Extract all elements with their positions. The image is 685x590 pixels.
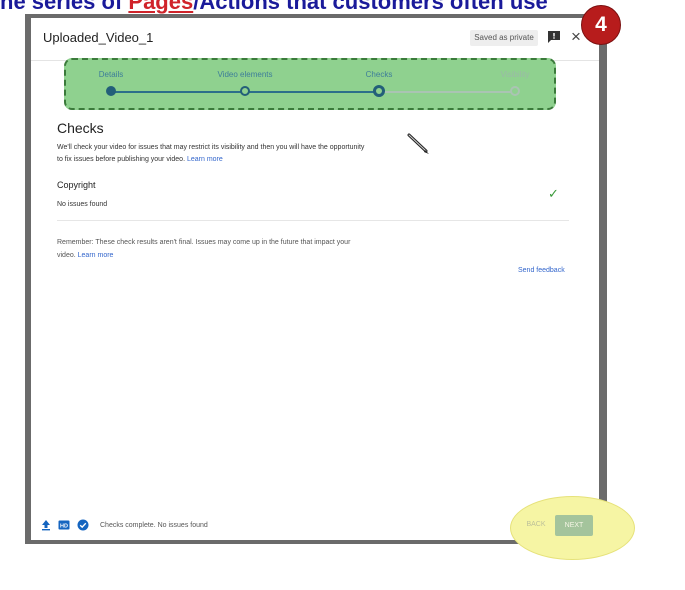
feedback-icon[interactable] <box>547 30 561 44</box>
saved-status-badge: Saved as private <box>470 30 538 46</box>
step-number-callout: 4 <box>581 5 621 45</box>
section-divider <box>57 220 569 221</box>
remember-learn-more-link[interactable]: Learn more <box>78 252 114 259</box>
copyright-title: Copyright <box>57 180 96 190</box>
step-dot-checks[interactable] <box>373 85 385 97</box>
step-label-checks[interactable]: Checks <box>366 70 393 79</box>
checkmark-icon: ✓ <box>548 186 559 201</box>
remember-note: Remember: These check results aren't fin… <box>57 236 357 262</box>
upload-icon <box>42 520 50 531</box>
step-label-details[interactable]: Details <box>99 70 123 79</box>
hd-icon: HD <box>58 520 70 530</box>
step-dot-visibility[interactable] <box>510 86 520 96</box>
learn-more-link[interactable]: Learn more <box>187 156 223 163</box>
step-dot-details[interactable] <box>106 86 116 96</box>
next-button[interactable]: NEXT <box>555 515 593 536</box>
checks-description: We'll check your video for issues that m… <box>57 142 367 166</box>
top-banner-text: ne series of Pages/Actions that customer… <box>0 0 548 14</box>
step-label-visibility[interactable]: Visibility <box>501 70 530 79</box>
dialog-title: Uploaded_Video_1 <box>43 30 154 45</box>
checks-heading: Checks <box>57 120 104 136</box>
stepper-line-3 <box>379 91 515 93</box>
copyright-status: No issues found <box>57 201 108 208</box>
stepper-line-1 <box>111 91 245 93</box>
step-label-video-elements[interactable]: Video elements <box>218 70 273 79</box>
send-feedback-link[interactable]: Send feedback <box>518 267 565 274</box>
back-button[interactable]: BACK <box>520 518 552 532</box>
check-circle-icon <box>77 519 89 531</box>
footer-status-text: Checks complete. No issues found <box>100 522 208 529</box>
stepper-line-2 <box>245 91 379 93</box>
progress-stepper: Details Video elements Checks Visibility <box>64 58 556 110</box>
pencil-cursor-icon <box>407 133 429 154</box>
step-dot-video-elements[interactable] <box>240 86 250 96</box>
svg-text:HD: HD <box>60 524 68 530</box>
close-icon[interactable]: × <box>571 28 581 45</box>
